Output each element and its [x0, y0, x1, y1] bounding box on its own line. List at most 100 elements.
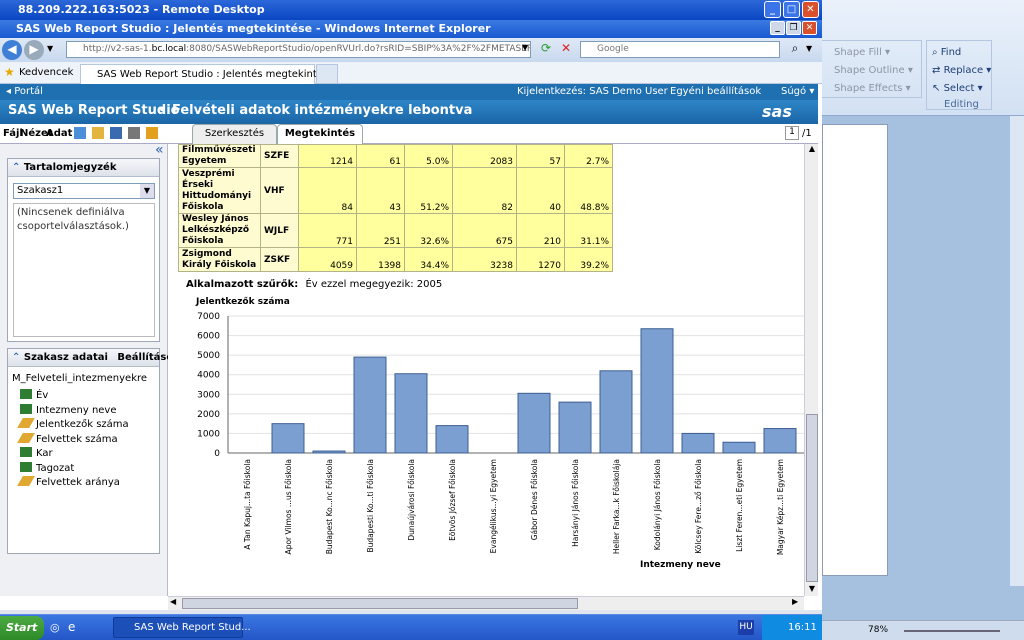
- help-link[interactable]: Súgó ▾: [781, 86, 814, 97]
- url-dropdown-icon[interactable]: ▼: [522, 43, 528, 52]
- portal-link[interactable]: ◂ Portál: [6, 86, 43, 97]
- find-button[interactable]: ⌕ Find: [932, 47, 961, 58]
- favorites-bar: ★ Kedvencek SAS Web Report Studio : Jele…: [0, 62, 822, 84]
- data-header: ⌃ Szakasz adatai Beállítások ▾: [8, 349, 188, 367]
- vertical-scrollbar[interactable]: ▲ ▼: [804, 144, 818, 596]
- minimize-button[interactable]: _: [764, 1, 781, 18]
- x-tick-label: Magyar Képz...ti Egyetem: [776, 459, 785, 555]
- data-item[interactable]: Intezmeny neve: [20, 403, 117, 418]
- zoom-slider[interactable]: [904, 630, 1000, 632]
- taskbar-item-ie[interactable]: SAS Web Report Stud...: [113, 617, 251, 638]
- scroll-down-icon[interactable]: ▼: [806, 584, 818, 596]
- doc-vscroll[interactable]: [1010, 116, 1024, 586]
- toc-header[interactable]: ⌃ Tartalomjegyzék: [8, 159, 159, 177]
- table-cell-c5: 40: [516, 167, 565, 214]
- table-cell-name: Wesley János Lelkészképző Főiskola: [178, 213, 261, 248]
- y-tick-label: 4000: [197, 371, 220, 381]
- filter-label: Alkalmazott szűrők:: [186, 279, 299, 290]
- measure-icon: [17, 476, 35, 486]
- data-item[interactable]: Kar: [20, 447, 53, 461]
- table-cell-name: Filmművészeti Egyetem: [178, 144, 261, 168]
- data-item[interactable]: Felvettek száma: [17, 432, 118, 447]
- export-icon[interactable]: [146, 127, 158, 139]
- preferences-link[interactable]: Egyéni beállítások: [670, 86, 761, 97]
- collapse-toc-icon[interactable]: ⌃: [12, 162, 20, 173]
- page-number-input[interactable]: 1: [785, 126, 799, 140]
- menu-data[interactable]: Adat: [46, 128, 72, 139]
- table-cell-c5: 1270: [516, 247, 565, 272]
- table-cell-c4: 3238: [452, 247, 517, 272]
- scroll-left-icon[interactable]: ◀: [170, 597, 176, 606]
- favorites-label[interactable]: Kedvencek: [19, 67, 73, 78]
- hscroll-thumb[interactable]: [182, 598, 578, 609]
- category-icon: [20, 447, 32, 457]
- zoom-level: 78%: [868, 625, 889, 635]
- forward-icon[interactable]: ▶: [24, 40, 44, 60]
- section-select[interactable]: Szakasz1 ▼: [13, 183, 155, 199]
- data-item[interactable]: Tagozat: [20, 461, 74, 476]
- table-cell-c5: 57: [516, 144, 565, 168]
- print-icon[interactable]: [128, 127, 140, 139]
- back-icon[interactable]: ◀: [2, 40, 22, 60]
- data-item[interactable]: Jelentkezők száma: [17, 418, 129, 432]
- scroll-right-icon[interactable]: ▶: [792, 597, 798, 606]
- left-pane: « ⌃ Tartalomjegyzék Szakasz1 ▼ (Nincsene…: [0, 142, 188, 596]
- data-item-label: Felvettek aránya: [36, 477, 120, 488]
- collapse-pane-icon[interactable]: «: [155, 142, 164, 158]
- search-icon[interactable]: ⌕: [786, 41, 804, 58]
- table-cell-c3: 5.0%: [404, 144, 453, 168]
- table-cell-code: ZSKF: [260, 247, 299, 272]
- ie-titlebar: SAS Web Report Studio : Jelentés megteki…: [0, 20, 822, 38]
- stop-icon[interactable]: ✕: [558, 41, 574, 58]
- bar: [517, 392, 551, 454]
- x-tick-label: A Tan Kapuj...ta Főiskola: [243, 459, 252, 550]
- bar: [394, 373, 428, 454]
- open-icon[interactable]: [92, 127, 104, 139]
- ie-close-button[interactable]: ✕: [802, 21, 817, 35]
- bar-chart: Jelentkezők száma 0 1000 2000 3000 4000 5000 60…: [195, 297, 804, 570]
- browser-tab[interactable]: SAS Web Report Studio : Jelentés megteki…: [80, 64, 334, 84]
- search-options-icon[interactable]: ▼: [806, 44, 812, 53]
- shape-fill-button[interactable]: Shape Fill ▾: [834, 47, 890, 58]
- tab-view[interactable]: Megtekintés: [277, 124, 363, 144]
- language-indicator[interactable]: HU: [738, 620, 754, 635]
- save-icon[interactable]: [110, 127, 122, 139]
- ie-icon[interactable]: e: [68, 620, 75, 634]
- new-tab-button[interactable]: [316, 64, 338, 84]
- start-button[interactable]: Start: [0, 616, 44, 640]
- replace-button[interactable]: ⇄ Replace ▾: [932, 65, 991, 76]
- collapse-data-icon[interactable]: ⌃: [12, 352, 20, 363]
- logout-link[interactable]: Kijelentkezés: SAS Demo User: [517, 86, 668, 97]
- close-button[interactable]: ✕: [802, 1, 819, 18]
- bar: [599, 370, 633, 454]
- star-icon[interactable]: ★: [4, 65, 15, 79]
- new-report-icon[interactable]: [74, 127, 86, 139]
- data-item[interactable]: Felvettek aránya: [17, 476, 120, 490]
- table-cell-code: VHF: [260, 167, 299, 214]
- app-title: SAS Web Report Studio: [8, 103, 180, 118]
- vscroll-thumb[interactable]: [806, 414, 818, 582]
- table-cell-c6: 2.7%: [564, 144, 613, 168]
- refresh-icon[interactable]: ⟳: [538, 41, 554, 58]
- url-input[interactable]: http://v2-sas-1.bc.local:8080/SASWebRepo…: [66, 41, 531, 58]
- table-row: Wesley János Lelkészképző Főiskola WJLF 77…: [178, 213, 613, 248]
- address-bar: ◀ ▶ ▼ http://v2-sas-1.bc.local:8080/SASW…: [0, 38, 822, 62]
- table-cell-c6: 39.2%: [564, 247, 613, 272]
- data-item[interactable]: Év: [20, 389, 48, 403]
- scroll-up-icon[interactable]: ▲: [806, 144, 818, 156]
- quicklaunch-icon[interactable]: ◎: [50, 621, 60, 634]
- ie-minimize-button[interactable]: _: [770, 21, 785, 35]
- chevron-down-icon[interactable]: ▼: [140, 184, 154, 198]
- select-button[interactable]: ↖ Select ▾: [932, 83, 983, 94]
- shape-outline-button[interactable]: Shape Outline ▾: [834, 65, 913, 76]
- shape-effects-button[interactable]: Shape Effects ▾: [834, 83, 911, 94]
- ie-restore-button[interactable]: ❐: [786, 21, 801, 35]
- data-item-label: Felvettek száma: [36, 433, 118, 445]
- maximize-button[interactable]: □: [783, 1, 800, 18]
- horizontal-scrollbar[interactable]: ◀ ▶: [168, 596, 804, 610]
- history-dropdown-icon[interactable]: ▼: [47, 44, 53, 53]
- search-input[interactable]: Google: [580, 41, 780, 58]
- tab-edit[interactable]: Szerkesztés: [192, 124, 277, 144]
- background-window: _ ❐ ✕ Shape Fill ▾ Shape Outline ▾ Shape…: [822, 0, 1024, 640]
- table-cell-c2: 1398: [356, 247, 405, 272]
